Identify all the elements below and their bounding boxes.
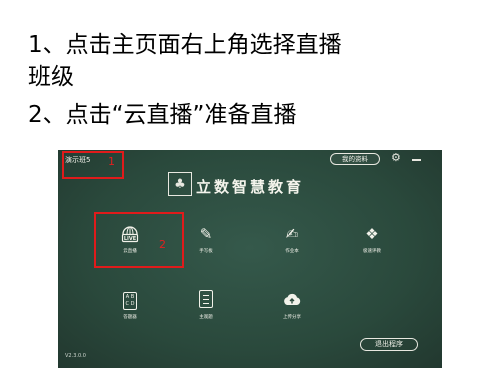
- document-icon: [186, 290, 226, 310]
- gear-icon[interactable]: ⚙: [391, 151, 401, 164]
- highlight-box-cloud-live: [94, 212, 184, 268]
- version-label: V2.3.0.0: [65, 353, 86, 359]
- app-tile-label: 作业本: [285, 249, 299, 254]
- profile-button[interactable]: 我的资料: [330, 153, 380, 165]
- annotation-number-2: 2: [159, 238, 166, 251]
- notebook-icon: ✍: [285, 225, 299, 243]
- cloud-upload-icon: [284, 293, 301, 305]
- app-screenshot: 演示班5 我的资料 ⚙ ♣ 立数智慧教育 LIVE 云直播 ✎ 手写板 ✍ 作业…: [58, 150, 442, 368]
- exit-button[interactable]: 退出程序: [360, 338, 418, 351]
- tree-logo-icon: ♣: [168, 172, 192, 196]
- app-tile-answer[interactable]: A BC D 答题器: [110, 290, 150, 320]
- app-tile-label: 极速评教: [363, 249, 381, 254]
- instruction-step1-cont: 班级: [28, 64, 74, 90]
- pen-icon: ✎: [199, 225, 213, 243]
- app-tile-handwriting[interactable]: ✎ 手写板: [186, 224, 226, 254]
- app-tile-homework[interactable]: ✍ 作业本: [272, 224, 312, 254]
- app-tile-subjective[interactable]: 主观题: [186, 290, 226, 320]
- minimize-icon[interactable]: [412, 159, 421, 161]
- evaluation-icon: ❖: [365, 225, 379, 243]
- instruction-step2: 2、点击“云直播”准备直播: [28, 102, 297, 128]
- app-tile-label: 主观题: [199, 315, 213, 320]
- app-tile-label: 上传分享: [283, 315, 301, 320]
- app-tile-label: 答题器: [123, 315, 137, 320]
- annotation-number-1: 1: [108, 155, 115, 168]
- brand-title: 立数智慧教育: [196, 178, 305, 196]
- app-tile-evaluation[interactable]: ❖ 极速评教: [352, 224, 392, 254]
- instruction-step1: 1、点击主页面右上角选择直播: [28, 32, 342, 58]
- abcd-icon: A BC D: [110, 290, 150, 310]
- app-tile-upload[interactable]: 上传分享: [272, 290, 312, 320]
- app-tile-label: 手写板: [199, 249, 213, 254]
